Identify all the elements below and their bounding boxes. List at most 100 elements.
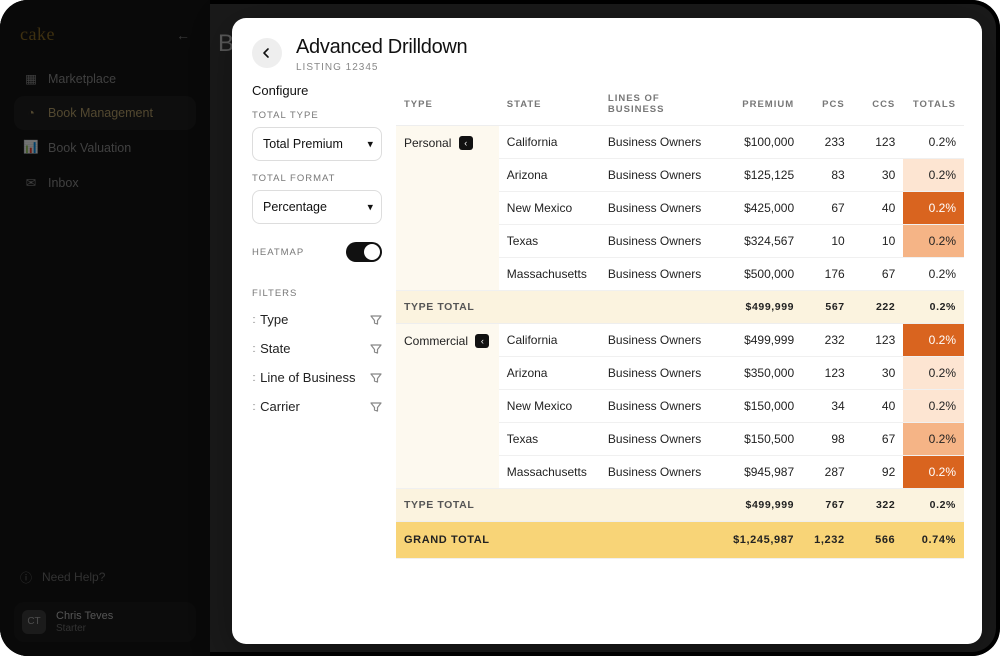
ccs-cell: 92 [853, 456, 904, 489]
premium-cell: $425,000 [721, 192, 802, 225]
total-cell: 0.2% [903, 126, 964, 159]
ccs-cell: 40 [853, 390, 904, 423]
ccs-cell: 10 [853, 225, 904, 258]
drilldown-table-wrap: TYPESTATELINES OF BUSINESSPREMIUMPCSCCST… [382, 83, 982, 644]
filter-row-carrier[interactable]: ::Carrier [252, 392, 382, 421]
blank [600, 291, 721, 324]
heatmap-toggle[interactable] [346, 242, 382, 262]
col-totals[interactable]: TOTALS [903, 83, 964, 126]
filter-row-type[interactable]: ::Type [252, 305, 382, 334]
ccs-cell: 67 [853, 423, 904, 456]
col-ccs[interactable]: CCS [853, 83, 904, 126]
col-pcs[interactable]: PCS [802, 83, 853, 126]
drag-handle-icon[interactable]: :: [252, 372, 254, 384]
type-cell: Commercial ‹ [396, 324, 499, 489]
ccs-cell: 30 [853, 357, 904, 390]
pcs-cell: 98 [802, 423, 853, 456]
col-state[interactable]: STATE [499, 83, 600, 126]
col-type[interactable]: TYPE [396, 83, 499, 126]
page-title: Advanced Drilldown [296, 36, 467, 59]
state-cell: Massachusetts [499, 456, 600, 489]
filter-icon[interactable] [370, 401, 382, 413]
lob-cell: Business Owners [600, 192, 721, 225]
collapse-group-icon[interactable]: ‹ [475, 334, 489, 348]
lob-cell: Business Owners [600, 324, 721, 357]
lob-cell: Business Owners [600, 258, 721, 291]
state-cell: California [499, 126, 600, 159]
total-cell: 0.2% [903, 423, 964, 456]
total-format-select[interactable]: Percentage ▾ [252, 190, 382, 224]
subtotal-total: 0.2% [903, 291, 964, 324]
premium-cell: $150,000 [721, 390, 802, 423]
total-cell: 0.2% [903, 324, 964, 357]
grand-label: GRAND TOTAL [396, 522, 499, 559]
filter-icon[interactable] [370, 314, 382, 326]
grand-premium: $1,245,987 [721, 522, 802, 559]
table-header-row: TYPESTATELINES OF BUSINESSPREMIUMPCSCCST… [396, 83, 964, 126]
blank [499, 489, 600, 522]
total-cell: 0.2% [903, 225, 964, 258]
filter-row-state[interactable]: ::State [252, 334, 382, 363]
col-premium[interactable]: PREMIUM [721, 83, 802, 126]
premium-cell: $945,987 [721, 456, 802, 489]
total-format-value: Percentage [263, 200, 327, 214]
premium-cell: $100,000 [721, 126, 802, 159]
filter-row-line-of-business[interactable]: ::Line of Business [252, 363, 382, 392]
subtotal-premium: $499,999 [721, 291, 802, 324]
lob-cell: Business Owners [600, 225, 721, 258]
subtotal-total: 0.2% [903, 489, 964, 522]
pcs-cell: 287 [802, 456, 853, 489]
pcs-cell: 34 [802, 390, 853, 423]
premium-cell: $500,000 [721, 258, 802, 291]
subtotal-ccs: 222 [853, 291, 904, 324]
modal-scrim [0, 0, 210, 656]
total-cell: 0.2% [903, 357, 964, 390]
sidebar: cake ← ▦Marketplace◔Book Management📊Book… [0, 0, 210, 656]
grand-pcs: 1,232 [802, 522, 853, 559]
app-frame: cake ← ▦Marketplace◔Book Management📊Book… [0, 0, 1000, 656]
table-row[interactable]: Commercial ‹CaliforniaBusiness Owners$49… [396, 324, 964, 357]
lob-cell: Business Owners [600, 357, 721, 390]
premium-cell: $150,500 [721, 423, 802, 456]
filter-label: State [260, 341, 290, 356]
collapse-group-icon[interactable]: ‹ [459, 136, 473, 150]
state-cell: California [499, 324, 600, 357]
ccs-cell: 123 [853, 126, 904, 159]
drag-handle-icon[interactable]: :: [252, 343, 254, 355]
drag-handle-icon[interactable]: :: [252, 401, 254, 413]
state-cell: Massachusetts [499, 258, 600, 291]
filter-label: Line of Business [260, 370, 355, 385]
pcs-cell: 10 [802, 225, 853, 258]
total-cell: 0.2% [903, 456, 964, 489]
pcs-cell: 67 [802, 192, 853, 225]
grand-ccs: 566 [853, 522, 904, 559]
state-cell: Texas [499, 423, 600, 456]
chevron-down-icon: ▾ [367, 138, 373, 151]
filter-label: Type [260, 312, 288, 327]
lob-cell: Business Owners [600, 456, 721, 489]
lob-cell: Business Owners [600, 126, 721, 159]
total-cell: 0.2% [903, 192, 964, 225]
pcs-cell: 233 [802, 126, 853, 159]
total-cell: 0.2% [903, 390, 964, 423]
filter-icon[interactable] [370, 372, 382, 384]
state-cell: Arizona [499, 357, 600, 390]
grand-total: 0.74% [903, 522, 964, 559]
configure-heading: Configure [252, 83, 382, 98]
subtotal-label: TYPE TOTAL [396, 489, 499, 522]
filter-icon[interactable] [370, 343, 382, 355]
premium-cell: $499,999 [721, 324, 802, 357]
total-type-select[interactable]: Total Premium ▾ [252, 127, 382, 161]
drag-handle-icon[interactable]: :: [252, 314, 254, 326]
ccs-cell: 30 [853, 159, 904, 192]
subtotal-ccs: 322 [853, 489, 904, 522]
state-cell: New Mexico [499, 192, 600, 225]
subtotal-pcs: 767 [802, 489, 853, 522]
back-button[interactable] [252, 38, 282, 68]
premium-cell: $324,567 [721, 225, 802, 258]
table-row[interactable]: Personal ‹CaliforniaBusiness Owners$100,… [396, 126, 964, 159]
type-total-row: TYPE TOTAL$499,9995672220.2% [396, 291, 964, 324]
pcs-cell: 123 [802, 357, 853, 390]
col-lines-of-business[interactable]: LINES OF BUSINESS [600, 83, 721, 126]
total-type-label: TOTAL TYPE [252, 110, 382, 121]
